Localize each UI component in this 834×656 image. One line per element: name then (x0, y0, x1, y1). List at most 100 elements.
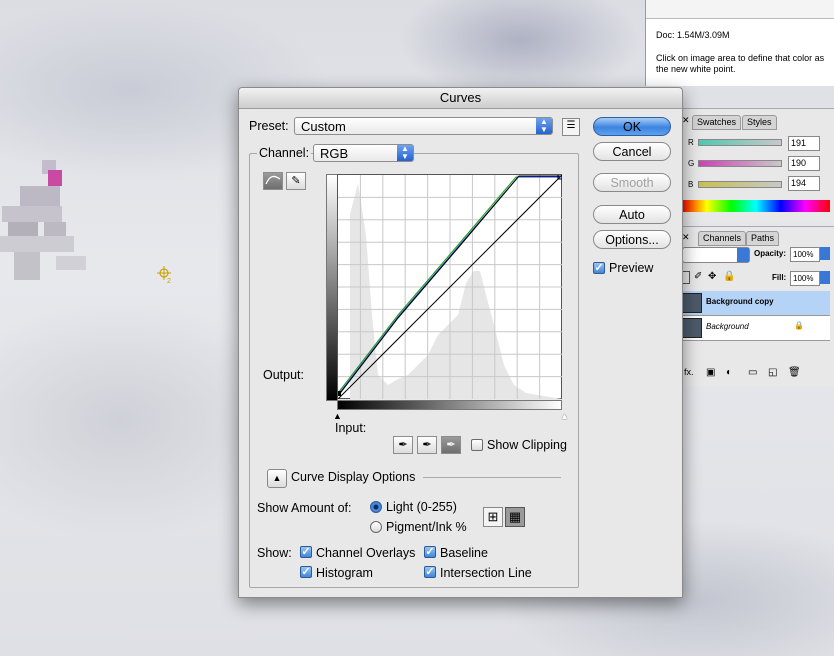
channel-value: RGB (320, 146, 349, 161)
chevron-updown-icon: ▲ ▼ (536, 118, 552, 134)
histogram-checkbox[interactable]: ✓ (300, 566, 312, 578)
slider-b[interactable] (698, 181, 782, 188)
input-label: Input: (335, 421, 367, 435)
image-artifact (2, 206, 62, 222)
preview-label: Preview (609, 261, 654, 275)
panel-close-icon[interactable]: ✕ (682, 232, 690, 243)
black-eyedropper-icon[interactable]: ✒ (393, 436, 413, 454)
output-label: Output: (263, 368, 304, 382)
curves-dialog: Curves Preset: Custom ▲ ▼ ☰ OK Cancel Smo… (238, 87, 683, 598)
tab-channels[interactable]: Channels (698, 231, 747, 246)
pencil-tool-icon[interactable]: ✎ (286, 172, 306, 190)
slider-r-label: R (688, 138, 694, 147)
layer-row[interactable]: Background 🔒 (680, 316, 830, 341)
svg-text:2: 2 (167, 278, 171, 284)
slider-r-value[interactable]: 191 (788, 136, 820, 151)
preset-label: Preset: (249, 119, 289, 133)
lock-image-icon[interactable]: ✐ (694, 271, 702, 282)
gray-eyedropper-icon[interactable]: ✒ (417, 436, 437, 454)
preset-select[interactable]: Custom ▲ ▼ (294, 117, 553, 135)
channel-select[interactable]: RGB ▲ ▼ (313, 144, 414, 162)
lock-icon: 🔒 (794, 321, 804, 330)
tab-swatches[interactable]: Swatches (692, 115, 742, 130)
detailed-grid-icon[interactable]: ▦ (505, 507, 525, 527)
layers-footer: fx. ▣ ◐ ▭ ◱ 🗑 (680, 367, 830, 381)
layers-panel: ✕ Channels Paths Opacity: 100% ✐ ✥ 🔒 Fil… (680, 226, 834, 387)
fill-arrow-icon[interactable] (820, 271, 830, 284)
curve-display-options-label: Curve Display Options (291, 470, 416, 484)
input-gradient-bar (337, 400, 562, 410)
pigment-radio[interactable] (370, 521, 382, 533)
channel-label: Channel: (257, 146, 312, 160)
slider-g[interactable] (698, 160, 782, 167)
baseline-label: Baseline (440, 546, 488, 560)
channel-overlays-checkbox[interactable]: ✓ (300, 546, 312, 558)
ok-button[interactable]: OK (593, 117, 671, 136)
white-eyedropper-icon[interactable]: ✒ (441, 436, 461, 454)
chevron-updown-icon: ▲ ▼ (397, 145, 413, 161)
adjustment-layer-icon[interactable]: ◐ (726, 367, 732, 378)
fill-value[interactable]: 100% (790, 271, 820, 286)
options-button[interactable]: Options... (593, 230, 671, 249)
mask-icon[interactable]: ▣ (706, 367, 715, 378)
slider-r[interactable] (698, 139, 782, 146)
white-point-slider-icon[interactable]: ▲ (560, 411, 569, 421)
dialog-title[interactable]: Curves (239, 88, 682, 109)
image-artifact (48, 170, 62, 186)
disclosure-triangle-icon[interactable]: ▲ (267, 469, 287, 488)
preset-options-icon[interactable]: ☰ (562, 118, 580, 136)
blend-mode-select[interactable] (682, 247, 750, 263)
tab-styles[interactable]: Styles (742, 115, 777, 130)
curve-point-tool[interactable] (263, 172, 283, 190)
slider-b-value[interactable]: 194 (788, 176, 820, 191)
image-artifact (0, 236, 74, 252)
image-artifact (14, 252, 40, 280)
preset-value: Custom (301, 119, 346, 134)
smooth-button[interactable]: Smooth (593, 173, 671, 192)
slider-b-label: B (688, 180, 694, 189)
layer-name: Background copy (706, 297, 774, 306)
fx-icon[interactable]: fx. (684, 367, 694, 377)
pigment-label: Pigment/Ink % (386, 520, 467, 534)
fill-label: Fill: (772, 273, 787, 282)
layer-thumbnail (682, 293, 702, 313)
image-artifact (56, 256, 86, 270)
color-sampler-icon: 2 (157, 266, 173, 285)
cancel-button[interactable]: Cancel (593, 142, 671, 161)
slider-g-value[interactable]: 190 (788, 156, 820, 171)
panel-close-icon[interactable]: ✕ (682, 115, 690, 126)
image-artifact (44, 222, 66, 236)
color-spectrum-bar[interactable] (682, 200, 830, 212)
preview-checkbox[interactable]: ✓ (593, 262, 605, 274)
opacity-value[interactable]: 100% (790, 247, 820, 262)
light-label: Light (0-255) (386, 500, 457, 514)
auto-button[interactable]: Auto (593, 205, 671, 224)
light-radio[interactable] (370, 501, 382, 513)
show-amount-label: Show Amount of: (257, 501, 352, 515)
show-label: Show: (257, 546, 292, 560)
info-panel-top (646, 0, 834, 19)
lock-all-icon[interactable]: 🔒 (723, 271, 735, 282)
tab-paths[interactable]: Paths (746, 231, 780, 246)
doc-size: Doc: 1.54M/3.09M (656, 30, 730, 40)
trash-icon[interactable]: 🗑 (788, 367, 801, 378)
new-layer-icon[interactable]: ◱ (768, 367, 777, 378)
group-icon[interactable]: ▭ (748, 367, 757, 378)
layer-thumbnail (682, 318, 702, 338)
image-artifact (8, 222, 38, 236)
simple-grid-icon[interactable]: ⊞ (483, 507, 503, 527)
layer-row-selected[interactable]: Background copy (680, 291, 830, 316)
baseline-checkbox[interactable]: ✓ (424, 546, 436, 558)
histogram-label: Histogram (316, 566, 373, 580)
black-point-slider-icon[interactable]: ▲ (333, 411, 342, 421)
lock-position-icon[interactable]: ✥ (708, 271, 716, 282)
intersection-line-checkbox[interactable]: ✓ (424, 566, 436, 578)
color-panel: ✕ Swatches Styles R 191 G 190 B 194 (680, 108, 834, 221)
divider (423, 477, 561, 478)
slider-g-label: G (688, 159, 695, 168)
opacity-arrow-icon[interactable] (820, 247, 830, 260)
curve-graph[interactable] (337, 174, 562, 399)
info-hint: Click on image area to define that color… (656, 53, 825, 74)
image-artifact (20, 186, 60, 206)
show-clipping-checkbox[interactable] (471, 439, 483, 451)
